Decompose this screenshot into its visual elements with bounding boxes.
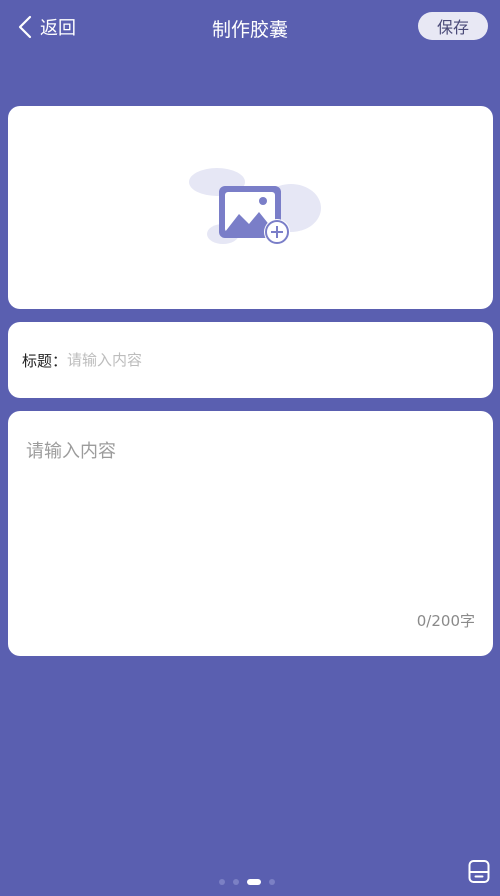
- title-row: 标题：: [8, 322, 493, 398]
- character-counter: 0/200字: [416, 612, 475, 630]
- content-input[interactable]: [26, 437, 466, 597]
- save-button[interactable]: 保存: [418, 12, 488, 40]
- title-input[interactable]: [67, 351, 448, 369]
- add-image-icon: [188, 167, 321, 245]
- page-indicator: [219, 879, 283, 885]
- page-dot-active: [247, 879, 261, 885]
- image-upload-area[interactable]: [8, 106, 493, 309]
- page-dot: [269, 879, 275, 885]
- top-bar: 返回 制作胶囊 保存: [0, 0, 500, 54]
- page-dot: [219, 879, 225, 885]
- save-draft-icon[interactable]: [467, 859, 492, 884]
- content-area: 0/200字: [8, 411, 493, 656]
- title-label: 标题：: [22, 351, 68, 370]
- page-dot: [233, 879, 239, 885]
